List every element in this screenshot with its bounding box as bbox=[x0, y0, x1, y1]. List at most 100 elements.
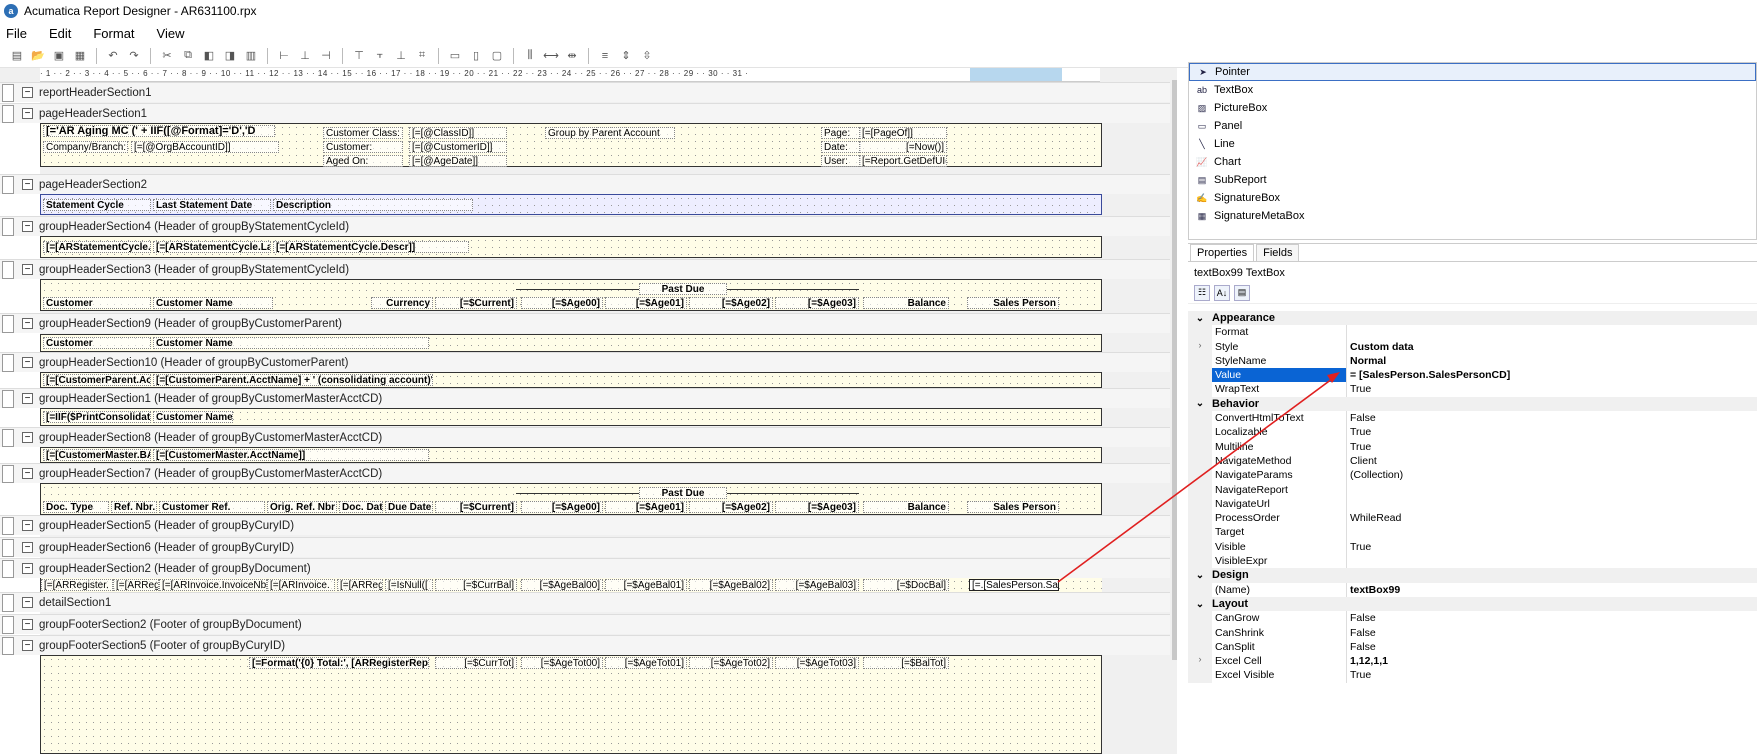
collapse-icon[interactable]: − bbox=[22, 597, 33, 608]
property-name[interactable]: ProcessOrder bbox=[1212, 511, 1347, 526]
property-row[interactable]: NavigateReport bbox=[1188, 482, 1757, 497]
property-name[interactable]: VisibleExpr bbox=[1212, 554, 1347, 569]
ar-register-doctype-textbox[interactable]: [=[ARRegister. bbox=[41, 579, 113, 591]
property-value[interactable] bbox=[1347, 483, 1757, 497]
section-handle[interactable] bbox=[2, 260, 14, 279]
property-name[interactable]: (Name) bbox=[1212, 582, 1347, 597]
expand-icon[interactable]: › bbox=[1188, 339, 1212, 354]
org-baccount-textbox[interactable]: [=[@OrgBAccountID]] bbox=[131, 141, 279, 153]
section-handle[interactable] bbox=[2, 559, 14, 578]
page-of-textbox[interactable]: [=[PageOf]] bbox=[859, 127, 947, 139]
property-name[interactable]: Target bbox=[1212, 525, 1347, 540]
property-name[interactable]: ConvertHtmlToText bbox=[1212, 411, 1347, 426]
section-handle[interactable] bbox=[2, 593, 14, 612]
property-name[interactable]: CanShrink bbox=[1212, 625, 1347, 640]
property-row[interactable]: NavigateParams (Collection) bbox=[1188, 468, 1757, 483]
property-value[interactable]: False bbox=[1347, 411, 1757, 425]
ar-invoice-origref-textbox[interactable]: [=[ARInvoice. bbox=[267, 579, 335, 591]
property-value[interactable] bbox=[1347, 554, 1757, 568]
property-value[interactable] bbox=[1347, 497, 1757, 511]
scrollbar-thumb[interactable] bbox=[1172, 80, 1177, 660]
same-size-icon[interactable]: ▢ bbox=[488, 47, 506, 65]
property-name[interactable]: Localizable bbox=[1212, 425, 1347, 440]
section-handle[interactable] bbox=[2, 389, 14, 408]
property-row[interactable]: › Excel Cell 1,12,1,1 bbox=[1188, 654, 1757, 669]
align-right-icon[interactable]: ⊣ bbox=[317, 47, 335, 65]
section-gh1[interactable]: − groupHeaderSection1 (Header of groupByC… bbox=[0, 388, 1170, 408]
undo-icon[interactable]: ↶ bbox=[104, 47, 122, 65]
collapse-icon[interactable]: ⌄ bbox=[1188, 398, 1212, 409]
section-gf2[interactable]: − groupFooterSection2 (Footer of groupByD… bbox=[0, 614, 1170, 634]
toolbox-subreport[interactable]: ▤ SubReport bbox=[1189, 171, 1756, 189]
property-name[interactable]: Visible bbox=[1212, 539, 1347, 555]
customer-name-header-3[interactable]: Customer Name bbox=[153, 411, 233, 423]
band-page-header-2[interactable]: Statement Cycle Last Statement Date Desc… bbox=[40, 194, 1102, 215]
property-name[interactable]: NavigateMethod bbox=[1212, 453, 1347, 469]
h-spacing-increase-icon[interactable]: ⟷ bbox=[542, 47, 560, 65]
property-pages-icon[interactable]: ▤ bbox=[1234, 284, 1250, 301]
user-textbox[interactable]: [=Report.GetDefUI( bbox=[859, 155, 947, 167]
ar-register-refnbr-textbox[interactable]: [=[ARReg bbox=[113, 579, 159, 591]
property-name[interactable]: Excel Visible bbox=[1212, 668, 1347, 683]
age-tot00-textbox[interactable]: [=$AgeTot00] bbox=[521, 657, 603, 669]
section-detail[interactable]: − detailSection1 bbox=[0, 592, 1170, 612]
ar-invoice-nbr-textbox[interactable]: [=[ARInvoice.InvoiceNb bbox=[159, 579, 267, 591]
property-row[interactable]: WrapText True bbox=[1188, 382, 1757, 397]
selected-object-name[interactable]: textBox99 TextBox bbox=[1188, 262, 1757, 282]
band-gh9[interactable]: Customer Customer Name bbox=[40, 334, 1102, 352]
section-page-header-2[interactable]: − pageHeaderSection2 bbox=[0, 174, 1170, 194]
group-icon[interactable]: ▥ bbox=[242, 47, 260, 65]
bring-to-front-icon[interactable]: ◧ bbox=[200, 47, 218, 65]
property-category[interactable]: ⌄ Behavior bbox=[1188, 396, 1757, 412]
h-spacing-decrease-icon[interactable]: ⇹ bbox=[563, 47, 581, 65]
section-handle[interactable] bbox=[2, 83, 14, 102]
property-grid[interactable]: ⌄ Appearance Format › Style Custom data StyleN… bbox=[1188, 311, 1757, 683]
align-middle-icon[interactable]: ⫟ bbox=[371, 47, 389, 65]
doc-bal-textbox[interactable]: [=$DocBal] bbox=[863, 579, 949, 591]
collapse-icon[interactable]: − bbox=[22, 393, 33, 404]
age-tot03-textbox[interactable]: [=$AgeTot03] bbox=[775, 657, 859, 669]
age01-header-2[interactable]: [=$Age01] bbox=[605, 501, 687, 513]
property-row[interactable]: Visible True bbox=[1188, 539, 1757, 555]
section-handle[interactable] bbox=[2, 175, 14, 194]
collapse-icon[interactable]: − bbox=[22, 640, 33, 651]
age03-header[interactable]: [=$Age03] bbox=[775, 297, 859, 309]
customer-parent-acct-textbox[interactable]: [=[CustomerParent.Ac bbox=[43, 374, 151, 386]
due-date-textbox[interactable]: [=IsNull([ bbox=[385, 579, 433, 591]
toolbox-signaturemetabox[interactable]: ▦ SignatureMetaBox bbox=[1189, 207, 1756, 225]
property-row[interactable]: ConvertHtmlToText False bbox=[1188, 411, 1757, 426]
sales-person-header-2[interactable]: Sales Person bbox=[967, 501, 1059, 513]
property-value[interactable]: 1,12,1,1 bbox=[1347, 654, 1757, 668]
property-row[interactable]: NavigateMethod Client bbox=[1188, 453, 1757, 469]
ar-register-docdate-textbox[interactable]: [=[ARRegi bbox=[337, 579, 383, 591]
property-row[interactable]: CanGrow False bbox=[1188, 611, 1757, 626]
v-spacing-increase-icon[interactable]: ⇕ bbox=[617, 47, 635, 65]
age02-header[interactable]: [=$Age02] bbox=[689, 297, 773, 309]
property-value[interactable]: False bbox=[1347, 626, 1757, 640]
property-row[interactable]: › Style Custom data bbox=[1188, 339, 1757, 354]
collapse-icon[interactable]: ⌄ bbox=[1188, 313, 1212, 324]
vertical-scrollbar[interactable] bbox=[1170, 68, 1177, 754]
customer-parent-name-textbox[interactable]: [=[CustomerParent.AcctName] + ' (consoli… bbox=[153, 374, 433, 386]
property-name[interactable]: Multiline bbox=[1212, 439, 1347, 454]
property-value[interactable]: False bbox=[1347, 640, 1757, 654]
v-spacing-equal-icon[interactable]: ≡ bbox=[596, 47, 614, 65]
user-label[interactable]: User: bbox=[821, 155, 861, 167]
property-value[interactable]: True bbox=[1347, 425, 1757, 439]
customer-header-2[interactable]: Customer bbox=[43, 337, 151, 349]
customer-master-bacct-textbox[interactable]: [=[CustomerMaster.BA bbox=[43, 449, 151, 461]
property-row[interactable]: (Name) textBox99 bbox=[1188, 582, 1757, 597]
same-width-icon[interactable]: ▭ bbox=[446, 47, 464, 65]
property-row[interactable]: Value = [SalesPerson.SalesPersonCD] bbox=[1188, 368, 1757, 383]
section-gh2[interactable]: − groupHeaderSection2 (Header of groupByD… bbox=[0, 558, 1170, 578]
ref-nbr-header[interactable]: Ref. Nbr. bbox=[111, 501, 157, 513]
collapse-icon[interactable]: − bbox=[22, 179, 33, 190]
property-name[interactable]: CanGrow bbox=[1212, 611, 1347, 626]
collapse-icon[interactable]: − bbox=[22, 87, 33, 98]
collapse-icon[interactable]: − bbox=[22, 520, 33, 531]
new-report-icon[interactable]: ▤ bbox=[8, 47, 26, 65]
date-label[interactable]: Date: bbox=[821, 141, 861, 153]
collapse-icon[interactable]: − bbox=[22, 318, 33, 329]
toolbox-signaturebox[interactable]: ✍ SignatureBox bbox=[1189, 189, 1756, 207]
balance-header[interactable]: Balance bbox=[863, 297, 949, 309]
